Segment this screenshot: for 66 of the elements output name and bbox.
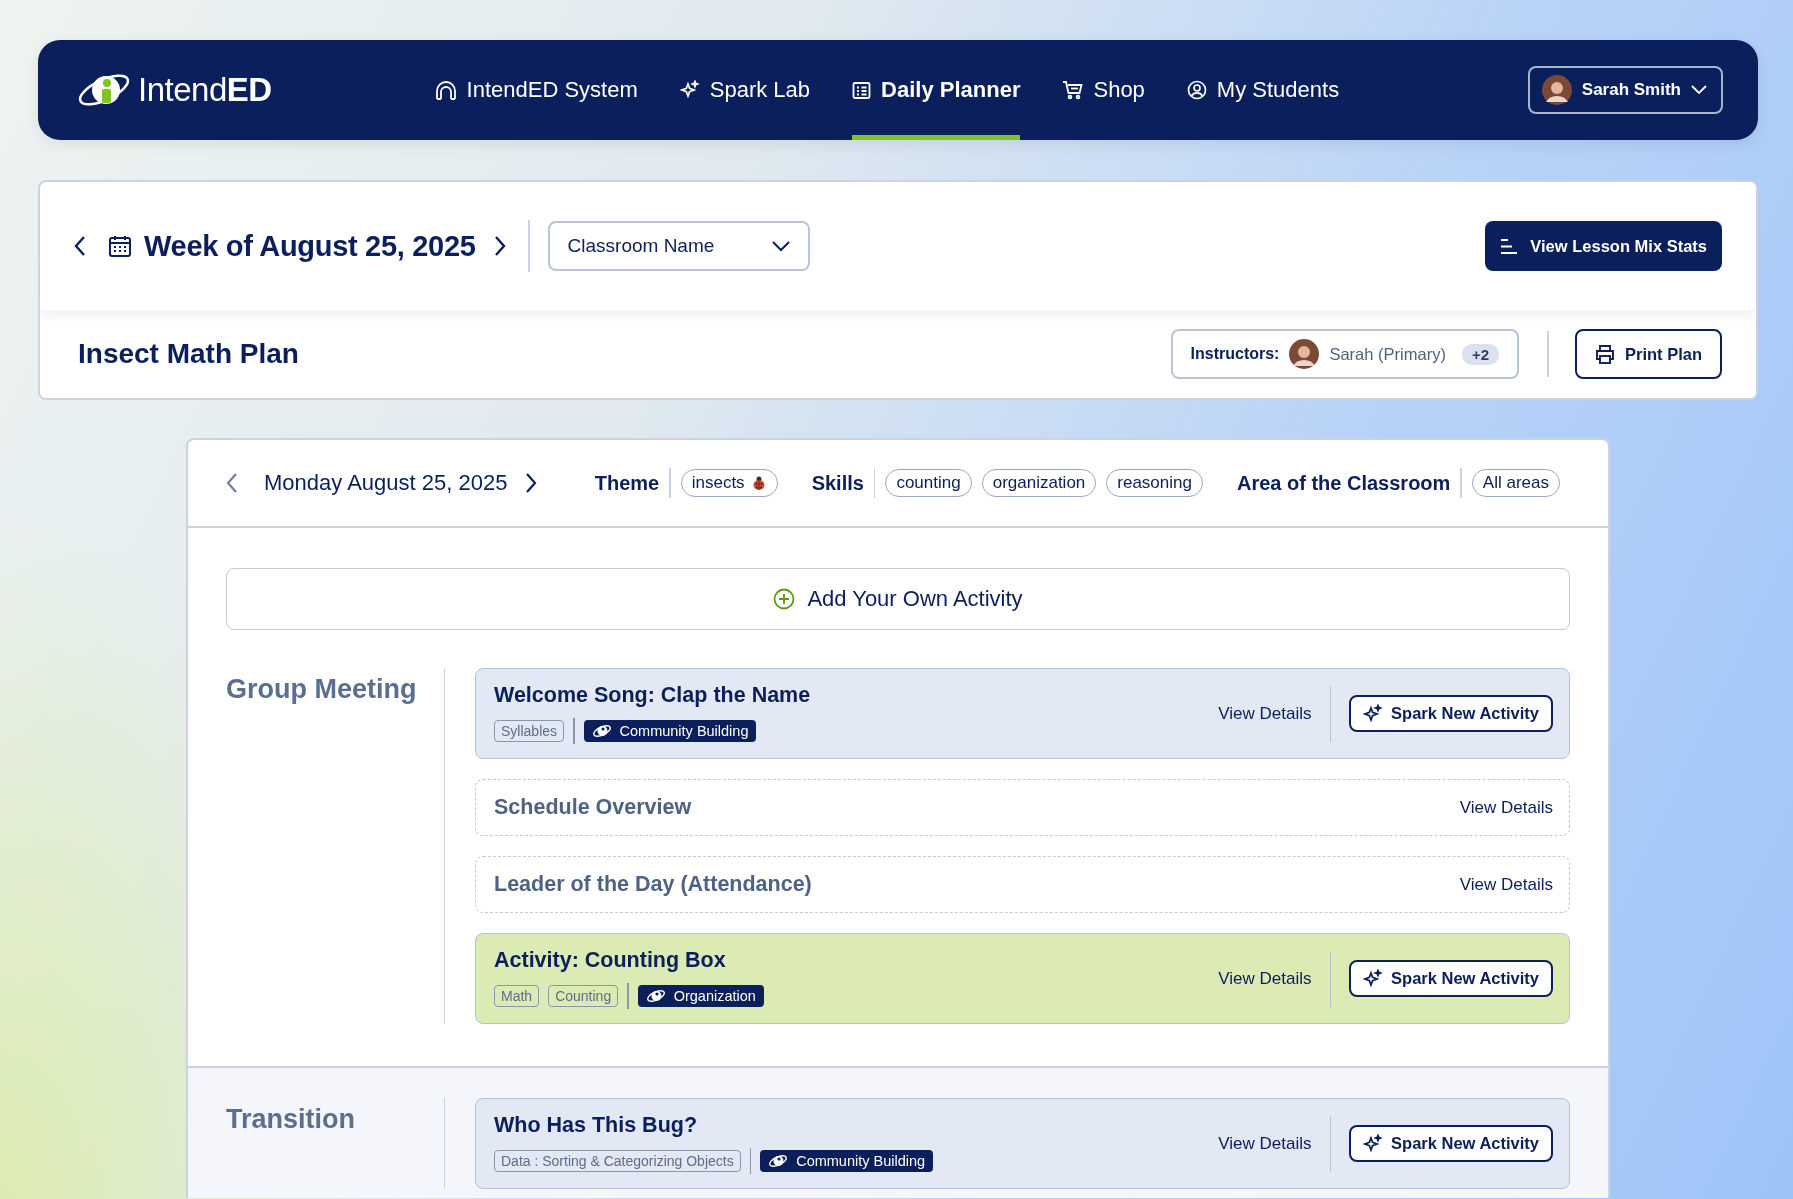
arch-icon	[434, 80, 457, 100]
activity-title: Welcome Song: Clap the Name	[494, 683, 812, 708]
add-activity-button[interactable]: Add Your Own Activity	[226, 568, 1570, 630]
instructors-field[interactable]: Instructors: Sarah (Primary) +2	[1170, 329, 1519, 379]
calendar-icon	[108, 234, 132, 258]
nav-tab[interactable]: My Students	[1186, 40, 1340, 140]
printer-icon	[1595, 344, 1615, 364]
chevron-down-icon	[771, 240, 790, 252]
chevron-right-icon	[525, 472, 538, 494]
view-details-link[interactable]: View Details	[1218, 1133, 1312, 1154]
logo-icon	[768, 1154, 789, 1168]
skill-tag: Data : Sorting & Categorizing Objects	[494, 1150, 741, 1172]
logo-text: IntendED	[138, 71, 272, 109]
view-details-link[interactable]: View Details	[1218, 703, 1312, 724]
user-circle-icon	[1186, 80, 1207, 100]
category-tag: Community Building	[583, 720, 757, 742]
bars-icon	[1500, 237, 1519, 255]
sparkle-icon	[1363, 968, 1384, 989]
spark-activity-button[interactable]: Spark New Activity	[1349, 695, 1553, 732]
spark-activity-button[interactable]: Spark New Activity	[1349, 960, 1553, 997]
skill-tag: Math	[494, 985, 540, 1007]
nav-tab[interactable]: IntendED System	[434, 40, 638, 140]
section-title: Group Meeting	[226, 673, 418, 706]
logo-icon	[591, 724, 612, 738]
more-count: +2	[1461, 343, 1499, 365]
user-menu-button[interactable]: Sarah Smith	[1527, 66, 1723, 114]
filter-label: Skills	[811, 471, 864, 495]
view-details-link[interactable]: View Details	[1459, 874, 1553, 895]
nav-tab[interactable]: Shop	[1062, 40, 1145, 140]
chevron-right-icon	[493, 235, 506, 257]
instructors-label: Instructors:	[1190, 345, 1280, 363]
nav-tab[interactable]: Daily Planner	[852, 40, 1021, 140]
instructor-name: Sarah (Primary)	[1329, 344, 1446, 364]
week-title: Week of August 25, 2025	[144, 229, 476, 263]
lesson-stats-button[interactable]: View Lesson Mix Stats	[1485, 221, 1722, 271]
print-button[interactable]: Print Plan	[1575, 329, 1722, 379]
skill-tag: Counting	[548, 985, 619, 1007]
section-title: Transition	[226, 1103, 356, 1136]
activity-title: Activity: Counting Box	[494, 948, 727, 973]
view-details-link[interactable]: View Details	[1459, 797, 1553, 818]
classroom-dropdown[interactable]: Classroom Name	[547, 221, 810, 271]
skill-tag: Syllables	[494, 720, 565, 742]
activity-title: Leader of the Day (Attendance)	[494, 872, 813, 897]
filter-label: Theme	[594, 471, 660, 495]
category-tag: Community Building	[760, 1150, 934, 1172]
chevron-left-icon	[74, 235, 86, 257]
sparkle-icon	[1363, 1133, 1384, 1154]
category-tag: Organization	[637, 985, 764, 1007]
list-icon	[852, 80, 872, 100]
sparkle-icon	[1363, 703, 1384, 724]
activity-title: Schedule Overview	[494, 795, 693, 820]
activity-title: Who Has This Bug?	[494, 1113, 699, 1138]
spark-activity-button[interactable]: Spark New Activity	[1349, 1125, 1553, 1162]
plus-circle-icon	[773, 588, 796, 610]
avatar-icon	[1289, 339, 1320, 369]
filter-label: Area of the Classroom	[1236, 471, 1451, 495]
view-details-link[interactable]: View Details	[1218, 968, 1312, 989]
plan-title: Insect Math Plan	[78, 338, 299, 370]
logo-icon	[645, 989, 666, 1003]
avatar-icon	[1541, 75, 1572, 105]
nav-tab[interactable]: Spark Lab	[679, 40, 811, 140]
cart-icon	[1062, 80, 1084, 100]
chevron-left-icon	[226, 472, 238, 494]
chevron-down-icon	[1691, 85, 1707, 95]
day-title: Monday August 25, 2025	[264, 470, 508, 496]
sparkle-icon	[679, 80, 700, 100]
